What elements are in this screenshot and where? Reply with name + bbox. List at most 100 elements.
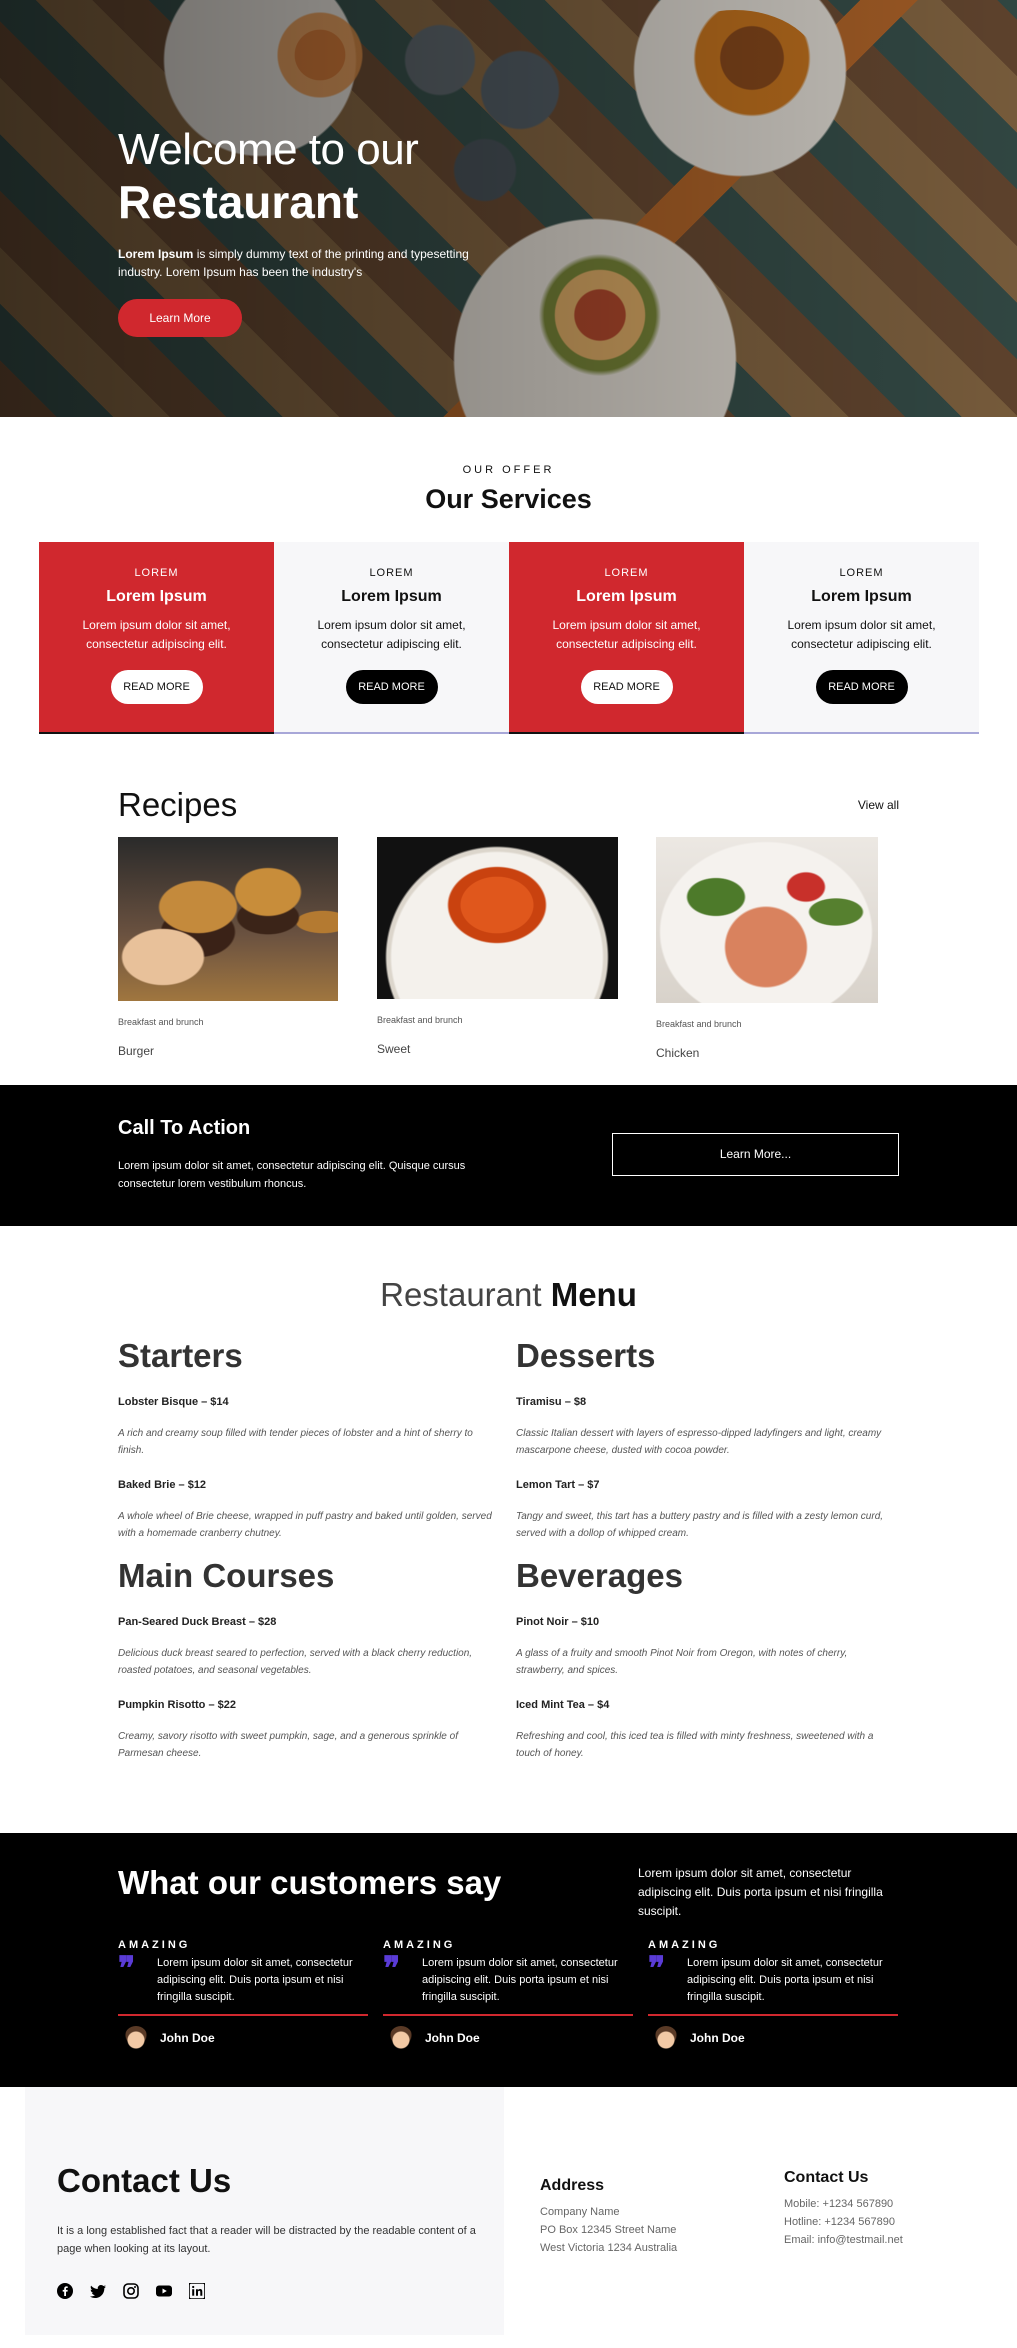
service-cards: LOREM Lorem Ipsum Lorem ipsum dolor sit … <box>39 542 979 734</box>
category-title: Starters <box>118 1337 243 1374</box>
twitter-icon[interactable] <box>90 2283 106 2299</box>
hero-content: Welcome to our Restaurant Lorem Ipsum is… <box>118 125 478 337</box>
read-more-button[interactable]: READ MORE <box>815 670 908 704</box>
testimonial-card: AMAZING ❞ Lorem ipsum dolor sit amet, co… <box>118 1939 368 2050</box>
recipe-card[interactable]: Breakfast and brunch Burger <box>118 837 338 1058</box>
address-title: Address <box>540 2177 605 2194</box>
contact-section: Contact Us It is a long established fact… <box>0 2087 1017 2335</box>
email-address[interactable]: Email: info@testmail.net <box>784 2231 903 2249</box>
menu-item-name: Lobster Bisque – $14 <box>118 1396 229 1408</box>
instagram-icon[interactable] <box>123 2283 139 2299</box>
social-links <box>57 2283 205 2299</box>
menu-title-light: Restaurant <box>380 1276 542 1313</box>
testimonial-label: AMAZING <box>383 1939 456 1951</box>
beverages-category: Beverages Pinot Noir – $10 A glass of a … <box>516 1556 896 1762</box>
category-title: Main Courses <box>118 1557 335 1594</box>
desserts-category: Desserts Tiramisu – $8 Classic Italian d… <box>516 1336 896 1542</box>
menu-item-desc: Classic Italian dessert with layers of e… <box>516 1428 882 1456</box>
chicken-image <box>656 837 878 1003</box>
menu-item-name: Iced Mint Tea – $4 <box>516 1699 610 1711</box>
address-line: West Victoria 1234 Australia <box>540 2242 678 2254</box>
starters-category: Starters Lobster Bisque – $14 A rich and… <box>118 1336 498 1542</box>
menu-item-name: Tiramisu – $8 <box>516 1396 587 1408</box>
service-card-kicker: LOREM <box>839 567 884 579</box>
sweet-image <box>377 837 618 999</box>
services-title: Our Services <box>425 484 592 514</box>
hero-text-bold: Lorem Ipsum <box>118 247 194 261</box>
service-card: LOREM Lorem Ipsum Lorem ipsum dolor sit … <box>744 542 979 734</box>
testimonials-intro: Lorem ipsum dolor sit amet, consectetur … <box>638 1866 883 1918</box>
author-name: John Doe <box>160 2031 215 2045</box>
recipe-card[interactable]: Breakfast and brunch Chicken <box>656 837 878 1060</box>
testimonial-quote-row: ❞ Lorem ipsum dolor sit amet, consectetu… <box>118 1949 368 2006</box>
quote-icon: ❞ <box>648 1949 666 1987</box>
menu-title-bold: Menu <box>550 1276 637 1313</box>
service-card: LOREM Lorem Ipsum Lorem ipsum dolor sit … <box>509 542 744 734</box>
service-card-kicker: LOREM <box>604 567 649 579</box>
menu-item-name: Pumpkin Risotto – $22 <box>118 1699 236 1711</box>
testimonial-quote: Lorem ipsum dolor sit amet, consectetur … <box>422 1957 618 2003</box>
hero-section: Welcome to our Restaurant Lorem Ipsum is… <box>0 0 1017 417</box>
testimonial-divider <box>118 2014 368 2016</box>
learn-more-button[interactable]: Learn More <box>118 299 242 337</box>
service-card-desc: Lorem ipsum dolor sit amet, consectetur … <box>787 618 936 651</box>
recipe-category: Breakfast and brunch <box>656 1019 742 1029</box>
testimonial-divider <box>383 2014 633 2016</box>
category-title: Desserts <box>516 1337 656 1374</box>
burger-image <box>118 837 338 1001</box>
testimonial-author: John Doe <box>118 2026 368 2050</box>
read-more-button[interactable]: READ MORE <box>345 670 438 704</box>
contact-details-title: Contact Us <box>784 2169 869 2186</box>
service-card-title: Lorem Ipsum <box>341 588 442 605</box>
read-more-button[interactable]: READ MORE <box>110 670 203 704</box>
recipes-header: Recipes View all <box>118 786 899 824</box>
view-all-link[interactable]: View all <box>858 798 899 812</box>
menu-item-desc: Refreshing and cool, this iced tea is fi… <box>516 1731 874 1759</box>
hero-text: Lorem Ipsum is simply dummy text of the … <box>118 245 478 281</box>
testimonial-quote: Lorem ipsum dolor sit amet, consectetur … <box>157 1957 353 2003</box>
quote-icon: ❞ <box>118 1949 136 1987</box>
service-card-title: Lorem Ipsum <box>811 588 912 605</box>
recipe-category: Breakfast and brunch <box>377 1015 463 1025</box>
address-line: Company Name <box>540 2206 620 2218</box>
category-title: Beverages <box>516 1557 683 1594</box>
author-name: John Doe <box>425 2031 480 2045</box>
cta-learn-more-button[interactable]: Learn More... <box>612 1133 899 1176</box>
menu-item-desc: Creamy, savory risotto with sweet pumpki… <box>118 1731 458 1759</box>
recipe-category: Breakfast and brunch <box>118 1017 204 1027</box>
author-name: John Doe <box>690 2031 745 2045</box>
testimonial-divider <box>648 2014 898 2016</box>
testimonial-author: John Doe <box>648 2026 898 2050</box>
menu-item-desc: Tangy and sweet, this tart has a buttery… <box>516 1511 884 1539</box>
recipes-section: Recipes View all Breakfast and brunch Bu… <box>0 734 1017 1085</box>
recipe-name: Burger <box>118 1044 155 1058</box>
testimonial-label: AMAZING <box>648 1939 721 1951</box>
service-card-desc: Lorem ipsum dolor sit amet, consectetur … <box>317 618 466 651</box>
service-card-desc: Lorem ipsum dolor sit amet, consectetur … <box>552 618 701 651</box>
service-card-desc: Lorem ipsum dolor sit amet, consectetur … <box>82 618 231 651</box>
menu-item-name: Baked Brie – $12 <box>118 1479 207 1491</box>
avatar <box>124 2026 148 2050</box>
contact-title: Contact Us <box>57 2162 232 2199</box>
contact-details-block: Contact Us Mobile: +1234 567890 Hotline:… <box>784 2169 903 2249</box>
hotline-number[interactable]: Hotline: +1234 567890 <box>784 2213 903 2231</box>
service-card: LOREM Lorem Ipsum Lorem ipsum dolor sit … <box>39 542 274 734</box>
mobile-number[interactable]: Mobile: +1234 567890 <box>784 2195 903 2213</box>
menu-section: Restaurant Menu Starters Lobster Bisque … <box>0 1226 1017 1833</box>
menu-item-name: Pinot Noir – $10 <box>516 1616 600 1628</box>
call-to-action-section: Call To Action Lorem ipsum dolor sit ame… <box>0 1085 1017 1226</box>
quote-icon: ❞ <box>383 1949 401 1987</box>
service-card-kicker: LOREM <box>369 567 414 579</box>
services-section: OUR OFFER Our Services LOREM Lorem Ipsum… <box>0 417 1017 734</box>
address-block: Address Company Name PO Box 12345 Street… <box>540 2177 677 2257</box>
linkedin-icon[interactable] <box>189 2283 205 2299</box>
read-more-button[interactable]: READ MORE <box>580 670 673 704</box>
avatar <box>654 2026 678 2050</box>
facebook-icon[interactable] <box>57 2283 73 2299</box>
youtube-icon[interactable] <box>156 2283 172 2299</box>
recipe-card[interactable]: Breakfast and brunch Sweet <box>377 837 618 1056</box>
testimonial-quote-row: ❞ Lorem ipsum dolor sit amet, consectetu… <box>383 1949 633 2006</box>
testimonial-label: AMAZING <box>118 1939 191 1951</box>
testimonial-quote-row: ❞ Lorem ipsum dolor sit amet, consectetu… <box>648 1949 898 2006</box>
contact-text: It is a long established fact that a rea… <box>57 2225 476 2255</box>
